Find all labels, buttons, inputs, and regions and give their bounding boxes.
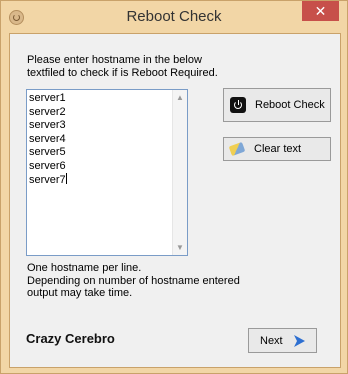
hint-line-1: One hostname per line. [27, 262, 142, 274]
text-caret [65, 173, 67, 184]
eraser-icon [228, 141, 246, 157]
scroll-up-icon[interactable]: ▲ [176, 93, 184, 102]
reboot-check-label: Reboot Check [255, 99, 325, 111]
hostname-line: server1 [29, 92, 66, 104]
next-button[interactable]: Next [248, 328, 317, 353]
hostname-line: server4 [29, 132, 66, 145]
client-area: Please enter hostname in the below textf… [9, 33, 341, 368]
arrow-right-icon [294, 335, 305, 347]
reboot-check-window: Reboot Check ✕ Please enter hostname in … [0, 0, 348, 374]
hostname-line: server6 [29, 159, 66, 172]
reboot-check-button[interactable]: Reboot Check [223, 88, 331, 122]
clear-text-button[interactable]: Clear text [223, 137, 331, 161]
hostname-line: server3 [29, 119, 66, 131]
next-label: Next [260, 335, 283, 347]
hint-text: One hostname per line. Depending on numb… [27, 262, 247, 300]
power-icon [230, 97, 246, 113]
brand-label: Crazy Cerebro [26, 331, 115, 346]
instructions-label: Please enter hostname in the below textf… [27, 54, 218, 79]
scroll-down-icon[interactable]: ▼ [176, 243, 184, 252]
hostname-textarea[interactable]: server1 server2 server3 server4 server5 … [26, 89, 188, 256]
hostname-line-last: server7 [29, 173, 67, 188]
clear-text-label: Clear text [254, 143, 302, 155]
hostname-line: server5 [29, 146, 66, 158]
title-bar[interactable]: Reboot Check ✕ [1, 1, 347, 33]
textarea-scrollbar[interactable]: ▲ ▼ [172, 90, 187, 255]
hostname-line: server2 [29, 105, 66, 118]
hostname-line: server7 [29, 174, 66, 186]
window-title: Reboot Check [126, 8, 222, 25]
close-button[interactable]: ✕ [302, 1, 339, 21]
hostname-lines: server1 server2 server3 server4 server5 … [29, 92, 67, 188]
hint-line-2: Depending on number of hostname entered … [27, 274, 240, 300]
